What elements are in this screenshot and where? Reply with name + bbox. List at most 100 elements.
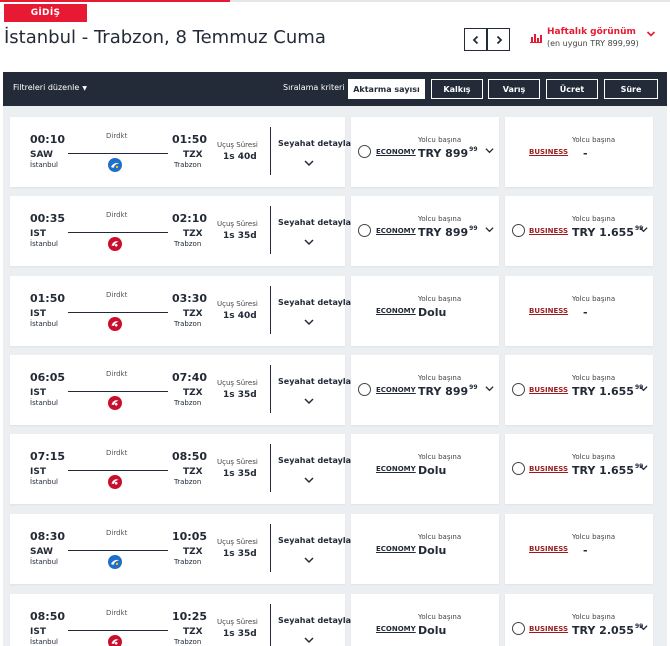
route-line: [68, 470, 168, 471]
arrival-airport-code: TZX: [183, 229, 203, 239]
business-fare-radio[interactable]: [512, 622, 525, 635]
economy-price-decimals: 99: [469, 384, 478, 391]
economy-label: ECONOMY: [376, 148, 416, 156]
travel-details-button[interactable]: Seyahat detayları: [278, 298, 358, 307]
travel-details-button[interactable]: Seyahat detayları: [278, 456, 358, 465]
divider: [270, 444, 271, 492]
turkish-airlines-logo: [108, 395, 122, 410]
previous-day-button[interactable]: [464, 28, 487, 51]
sort-button-transfers[interactable]: Aktarma sayısı: [348, 79, 425, 99]
chevron-down-icon[interactable]: [639, 624, 648, 631]
departure-time: 00:10: [30, 133, 66, 146]
route-line: [68, 630, 168, 631]
per-passenger-label: Yolcu başına: [572, 374, 616, 382]
direction-badge: GİDİŞ: [4, 4, 87, 22]
chevron-down-icon[interactable]: [304, 238, 314, 246]
divider: [270, 286, 271, 334]
flight-list: 00:10 SAW İstanbul Dirdkt 01:50 TZX Trabzon Uçu…: [3, 106, 667, 646]
departure-city: İstanbul: [30, 638, 59, 646]
page-title: İstanbul - Trabzon, 8 Temmuz Cuma: [4, 27, 326, 48]
per-passenger-label: Yolcu başına: [418, 613, 462, 621]
economy-fare-card[interactable]: ECONOMY Yolcu başına TRY 89999: [351, 355, 499, 425]
chevron-down-icon[interactable]: [485, 147, 494, 154]
economy-fare-card: ECONOMY Yolcu başına Dolu: [351, 276, 499, 346]
route-line: [68, 312, 168, 313]
travel-details-button[interactable]: Seyahat detayları: [278, 377, 358, 386]
departure-time: 08:50: [30, 610, 66, 623]
business-label: BUSINESS: [529, 307, 569, 315]
turkish-airlines-logo: [108, 474, 122, 489]
departure-time: 08:30: [30, 530, 66, 543]
top-rule-accent: [0, 0, 230, 2]
sort-button-duration[interactable]: Süre: [604, 79, 658, 99]
departure-time: 06:05: [30, 371, 66, 384]
chevron-down-icon[interactable]: [639, 385, 648, 392]
arrival-city: Trabzon: [174, 558, 202, 566]
flight-duration: 1s 35d: [223, 549, 257, 559]
divider: [270, 365, 271, 413]
weekly-view-toggle[interactable]: Haftalık görünüm (en uygun TRY 899,99): [530, 27, 660, 53]
edit-filters-button[interactable]: Filtreleri düzenle ▼: [13, 83, 87, 92]
economy-price: TRY 89999: [418, 384, 478, 398]
travel-details-button[interactable]: Seyahat detayları: [278, 139, 358, 148]
economy-fare-radio[interactable]: [358, 224, 371, 237]
sort-button-price[interactable]: Ücret: [546, 79, 598, 99]
economy-price-decimals: 99: [469, 146, 478, 153]
business-fare-card[interactable]: BUSINESS Yolcu başına TRY 1.65599: [505, 355, 653, 425]
chevron-down-icon[interactable]: [639, 464, 648, 471]
business-price-main: TRY 1.655: [572, 464, 634, 477]
chevron-down-icon[interactable]: [304, 397, 314, 405]
economy-fare-radio[interactable]: [358, 383, 371, 396]
economy-fare-card[interactable]: ECONOMY Yolcu başına TRY 89999: [351, 117, 499, 187]
business-price-main: TRY 1.655: [572, 226, 634, 239]
economy-label: ECONOMY: [376, 227, 416, 235]
departure-city: İstanbul: [30, 320, 59, 328]
business-fare-card[interactable]: BUSINESS Yolcu başına TRY 2.05599: [505, 594, 653, 646]
business-unavailable: -: [583, 544, 588, 557]
chevron-down-icon[interactable]: [485, 226, 494, 233]
chevron-down-icon[interactable]: [304, 636, 314, 644]
flight-duration-label: Uçuş Süresi: [217, 618, 258, 626]
travel-details-button[interactable]: Seyahat detayları: [278, 218, 358, 227]
business-fare-radio[interactable]: [512, 224, 525, 237]
chevron-down-icon[interactable]: [304, 159, 314, 167]
chevron-down-icon[interactable]: [304, 318, 314, 326]
direct-flight-label: Dirdkt: [106, 449, 128, 457]
turkish-airlines-logo: [108, 634, 122, 646]
flight-duration: 1s 40d: [223, 311, 257, 321]
chevron-down-icon[interactable]: [639, 226, 648, 233]
economy-fare-radio[interactable]: [358, 145, 371, 158]
per-passenger-label: Yolcu başına: [418, 453, 462, 461]
economy-label: ECONOMY: [376, 307, 416, 315]
sort-button-arrival[interactable]: Varış: [488, 79, 540, 99]
divider: [270, 206, 271, 254]
departure-time: 00:35: [30, 212, 66, 225]
direct-flight-label: Dirdkt: [106, 132, 128, 140]
sort-button-departure[interactable]: Kalkış: [431, 79, 483, 99]
travel-details-button[interactable]: Seyahat detayları: [278, 536, 358, 545]
economy-price-main: TRY 899: [418, 226, 469, 239]
chevron-down-icon: [646, 31, 656, 37]
business-fare-card[interactable]: BUSINESS Yolcu başına TRY 1.65599: [505, 196, 653, 266]
divider: [270, 604, 271, 646]
economy-label: ECONOMY: [376, 386, 416, 394]
chevron-down-icon[interactable]: [304, 476, 314, 484]
travel-details-button[interactable]: Seyahat detayları: [278, 616, 358, 625]
business-fare-card[interactable]: BUSINESS Yolcu başına TRY 1.65599: [505, 434, 653, 504]
business-label: BUSINESS: [529, 465, 569, 473]
next-day-button[interactable]: [487, 28, 510, 51]
arrival-airport-code: TZX: [183, 309, 203, 319]
business-fare-radio[interactable]: [512, 383, 525, 396]
economy-fare-card[interactable]: ECONOMY Yolcu başına TRY 89999: [351, 196, 499, 266]
departure-city: İstanbul: [30, 558, 59, 566]
economy-label: ECONOMY: [376, 625, 416, 633]
business-fare-radio[interactable]: [512, 462, 525, 475]
departure-airport-code: IST: [30, 229, 46, 239]
flight-duration-label: Uçuş Süresi: [217, 538, 258, 546]
economy-price: TRY 89999: [418, 225, 478, 239]
business-unavailable: -: [583, 306, 588, 319]
business-price: TRY 1.65599: [572, 225, 643, 239]
per-passenger-label: Yolcu başına: [418, 374, 462, 382]
chevron-down-icon[interactable]: [304, 556, 314, 564]
chevron-down-icon[interactable]: [485, 385, 494, 392]
